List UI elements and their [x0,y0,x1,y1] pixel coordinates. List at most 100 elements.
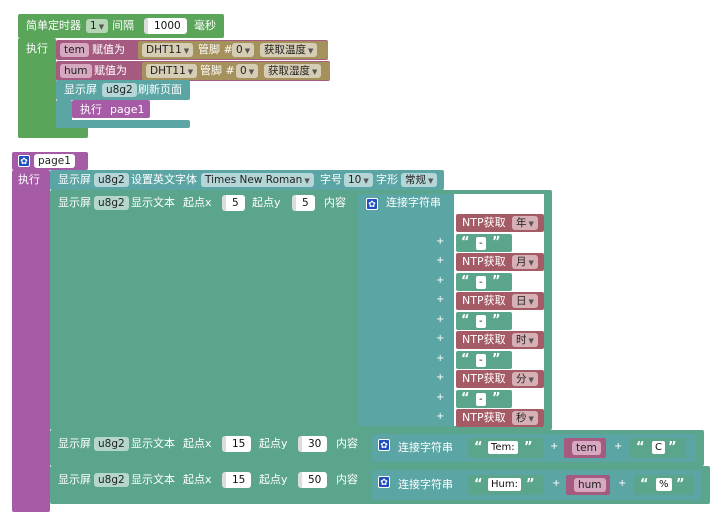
gear-icon[interactable]: ✿ [378,439,390,451]
chevron-down-icon: ▼ [304,177,310,185]
row3-content-label: 内容 [336,473,358,486]
plus-icon: + [436,275,445,286]
open-quote: “ [461,274,470,289]
ntp-part-dropdown[interactable]: 分 ▼ [512,372,538,386]
close-quote: ” [676,477,685,492]
chevron-down-icon: ▼ [528,259,534,267]
interval-input[interactable]: 1000 [144,18,187,34]
page-exec-label-main: 执行 [18,173,40,186]
page-name-field[interactable]: page1 [34,154,75,168]
get-hum-dropdown[interactable]: 获取湿度 ▼ [264,64,322,78]
refresh-display-label: 显示屏 [64,83,97,96]
open-quote: “ [461,391,470,406]
chevron-down-icon: ▼ [248,68,255,76]
close-quote: ” [668,440,677,455]
row3-display-name[interactable]: u8g2 [94,473,129,487]
ntp-label: NTP获取 [462,294,506,307]
string-field-c[interactable]: C [652,441,665,454]
sensor-dropdown-tem[interactable]: DHT11 ▼ [142,43,194,57]
pin-dropdown-tem[interactable]: 0 ▼ [232,43,255,57]
close-quote: ” [492,313,501,328]
refresh-display-name[interactable]: u8g2 [102,83,137,97]
concat-label-2: 连接字符串 [398,441,453,454]
ntp-part-dropdown[interactable]: 时 ▼ [512,333,538,347]
chevron-down-icon: ▼ [528,337,534,345]
get-temp-dropdown[interactable]: 获取温度 ▼ [260,43,318,57]
plus-icon: + [436,392,445,403]
var-field-tem[interactable]: tem [572,441,601,455]
sensor-dropdown-hum[interactable]: DHT11 ▼ [146,64,198,78]
style-label: 字形 [376,173,398,186]
assign-label-hum: 赋值为 [94,64,127,77]
separator-field[interactable]: - [476,393,486,406]
tem-variable[interactable]: tem [60,43,89,57]
row1-display-name[interactable]: u8g2 [94,196,129,210]
row2-y-input[interactable]: 30 [298,436,328,452]
ntp-part-dropdown[interactable]: 秒 ▼ [512,411,538,425]
refresh-label: 刷新页面 [138,83,182,96]
row1-y-input[interactable]: 5 [292,195,315,211]
close-quote: ” [524,440,533,455]
row3-text-label: 显示文本 [131,473,175,486]
row1-x-input[interactable]: 5 [222,195,245,211]
separator-field[interactable]: - [476,237,486,250]
page-block-body [12,170,50,512]
row2-display-label: 显示屏 [58,437,91,450]
separator-field[interactable]: - [476,354,486,367]
chevron-down-icon: ▼ [183,47,190,55]
plus-icon: + [436,353,445,364]
close-quote: ” [492,391,501,406]
gear-icon[interactable]: ✿ [18,155,30,167]
ntp-part-dropdown[interactable]: 年 ▼ [512,216,538,230]
separator-field[interactable]: - [476,276,486,289]
chevron-down-icon: ▼ [187,68,194,76]
ntp-label: NTP获取 [462,372,506,385]
chevron-down-icon: ▼ [528,298,534,306]
separator-field[interactable]: - [476,315,486,328]
page-exec-name: page1 [110,103,145,116]
plus-icon: + [436,372,445,383]
chevron-down-icon: ▼ [528,415,534,423]
hum-variable[interactable]: hum [60,64,92,78]
chevron-down-icon: ▼ [528,220,534,228]
chevron-down-icon: ▼ [363,177,369,185]
plus-icon: + [550,441,559,452]
string-field-percent[interactable]: % [656,478,672,491]
row3-y-input[interactable]: 50 [298,472,328,488]
open-quote: “ [636,440,645,455]
chevron-down-icon: ▼ [428,177,434,185]
size-dropdown[interactable]: 10 ▼ [344,173,373,187]
plus-icon: + [436,255,445,266]
timer-id-dropdown[interactable]: 1 ▼ [86,19,109,33]
unit-label: 毫秒 [194,19,216,32]
row2-text-label: 显示文本 [131,437,175,450]
row2-display-name[interactable]: u8g2 [94,437,129,451]
ntp-part-dropdown[interactable]: 月 ▼ [512,255,538,269]
row2-x-input[interactable]: 15 [222,436,252,452]
ntp-part-dropdown[interactable]: 日 ▼ [512,294,538,308]
open-quote: “ [461,235,470,250]
chevron-down-icon: ▼ [528,376,534,384]
row1-text-label: 显示文本 [131,196,175,209]
gear-icon[interactable]: ✿ [366,198,378,210]
var-field-hum[interactable]: hum [574,478,606,492]
page-exec-label: 执行 [80,103,102,116]
chevron-down-icon: ▼ [244,47,251,55]
style-dropdown[interactable]: 常规 ▼ [401,173,438,187]
timer-title: 简单定时器 [26,19,81,32]
font-display-name[interactable]: u8g2 [94,173,129,187]
gear-icon[interactable]: ✿ [378,476,390,488]
row1-y-label: 起点y [252,196,281,209]
row3-y-label: 起点y [259,473,288,486]
row3-x-input[interactable]: 15 [222,472,252,488]
refresh-page-bottom [56,120,190,128]
open-quote: “ [474,477,483,492]
plus-icon: + [436,411,445,422]
close-quote: ” [492,274,501,289]
string-field-tem[interactable]: Tem: [488,441,518,454]
plus-icon: + [436,294,445,305]
plus-icon: + [552,478,561,489]
string-field-hum[interactable]: Hum: [488,478,521,491]
pin-dropdown-hum[interactable]: 0 ▼ [236,64,259,78]
font-dropdown[interactable]: Times New Roman ▼ [201,173,314,187]
